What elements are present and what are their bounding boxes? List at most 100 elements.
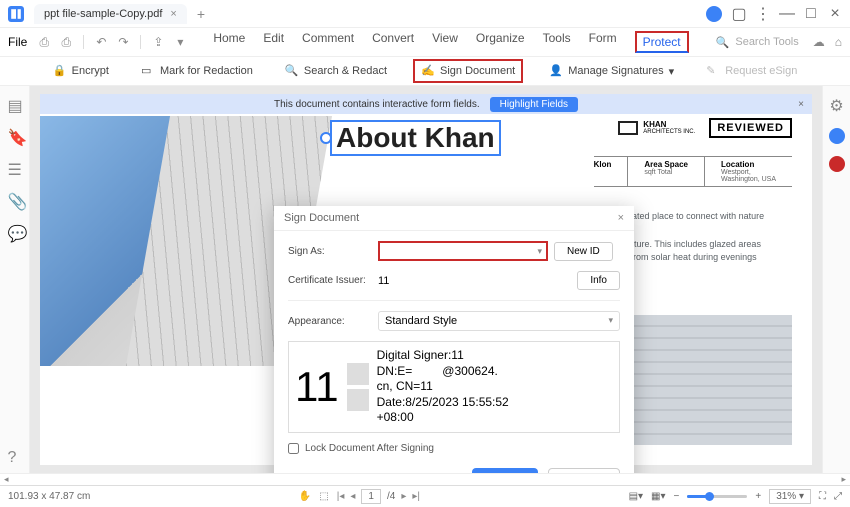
chevron-down-icon: ▾ [608, 315, 613, 327]
project-info-row: Klon Area Spacesqft Total LocationWestpo… [594, 156, 792, 187]
zoom-value[interactable]: 31% ▾ [769, 489, 811, 504]
logo-mark-icon [618, 121, 638, 135]
last-page-icon[interactable]: ▸| [412, 491, 420, 502]
menu-view[interactable]: View [432, 31, 458, 53]
document-tab[interactable]: ppt file-sample-Copy.pdf × [34, 4, 187, 24]
menu-tools[interactable]: Tools [543, 31, 571, 53]
app-tool-icon[interactable] [829, 156, 845, 172]
search-redact-icon: 🔍 [285, 64, 299, 78]
menu-comment[interactable]: Comment [302, 31, 354, 53]
signature-number: 11 [295, 348, 339, 426]
single-page-icon[interactable]: ▤▾ [629, 491, 643, 502]
kebab-menu-icon[interactable]: ⋮ [756, 7, 770, 21]
search-placeholder[interactable]: Search Tools [735, 36, 798, 48]
page-total: /4 [387, 491, 395, 502]
fullscreen-icon[interactable]: ⤢ [834, 491, 842, 502]
zoom-slider[interactable] [687, 495, 747, 498]
document-headline[interactable]: About Khan [330, 120, 501, 156]
info-button[interactable]: Info [577, 271, 620, 290]
sign-button[interactable]: Sign [472, 468, 538, 473]
minimize-button[interactable]: — [780, 7, 794, 21]
save-icon[interactable]: ⎙ [35, 35, 53, 50]
first-page-icon[interactable]: |◂ [337, 491, 345, 502]
manage-signatures-button[interactable]: 👤 Manage Signatures ▾ [543, 61, 680, 81]
signature-icon: ✍ [421, 64, 435, 78]
help-icon[interactable]: ? [8, 449, 22, 463]
menu-home[interactable]: Home [213, 31, 245, 53]
reviewed-stamp: REVIEWED [709, 118, 792, 138]
appearance-label: Appearance: [288, 316, 378, 327]
dialog-close-icon[interactable]: × [618, 212, 624, 224]
fit-width-icon[interactable]: ⛶ [819, 491, 826, 502]
panel-icon[interactable]: ▢ [732, 7, 746, 21]
prev-page-icon[interactable]: ◂ [350, 491, 355, 502]
signature-preview: 11 Digital Signer:11 DN:E= @300624. cn, … [288, 341, 620, 433]
thumbnails-icon[interactable]: ▤ [8, 96, 22, 110]
chevron-down-icon: ▾ [537, 246, 542, 257]
user-avatar-icon[interactable] [706, 6, 722, 22]
search-icon[interactable]: 🔍 [716, 36, 730, 49]
tab-title: ppt file-sample-Copy.pdf [44, 8, 162, 20]
mark-redaction-button[interactable]: ▭ Mark for Redaction [135, 61, 259, 81]
ai-tool-icon[interactable] [829, 128, 845, 144]
close-tab-icon[interactable]: × [170, 8, 176, 20]
menu-protect[interactable]: Protect [635, 31, 689, 53]
cursor-coords: 101.93 x 47.87 cm [8, 491, 90, 502]
sign-document-button[interactable]: ✍ Sign Document [413, 59, 523, 83]
menu-organize[interactable]: Organize [476, 31, 525, 53]
menu-form[interactable]: Form [589, 31, 617, 53]
search-redact-button[interactable]: 🔍 Search & Redact [279, 61, 393, 81]
dialog-title: Sign Document [284, 212, 359, 224]
menu-edit[interactable]: Edit [263, 31, 284, 53]
form-fields-banner: This document contains interactive form … [40, 94, 812, 114]
appearance-dropdown[interactable]: Standard Style ▾ [378, 311, 620, 331]
new-id-button[interactable]: New ID [554, 242, 613, 261]
app-logo-icon [8, 6, 24, 22]
scroll-right-icon[interactable]: ▸ [841, 474, 846, 485]
add-tab-button[interactable]: + [197, 6, 205, 22]
lock-checkbox-input[interactable] [288, 443, 299, 454]
outline-icon[interactable]: ☰ [8, 160, 22, 174]
zoom-out-icon[interactable]: − [674, 491, 680, 502]
cancel-button[interactable]: Cancel [548, 468, 620, 473]
attachments-icon[interactable]: 📎 [8, 192, 22, 206]
select-tool-icon[interactable]: ⬚ [319, 491, 328, 502]
signature-details: Digital Signer:11 DN:E= @300624. cn, CN=… [377, 348, 509, 426]
properties-icon[interactable]: ⚙ [829, 96, 843, 116]
redact-icon: ▭ [141, 64, 155, 78]
close-window-button[interactable]: × [828, 7, 842, 21]
zoom-in-icon[interactable]: + [755, 491, 761, 502]
cert-issuer-value: 11 [378, 275, 571, 287]
comments-icon[interactable]: 💬 [8, 224, 22, 238]
highlight-fields-button[interactable]: Highlight Fields [490, 97, 578, 112]
dropdown-icon[interactable]: ▾ [171, 35, 189, 49]
menu-convert[interactable]: Convert [372, 31, 414, 53]
company-logo: KHAN ARCHITECTS INC. [618, 121, 695, 135]
banner-close-icon[interactable]: × [798, 99, 804, 110]
share-icon[interactable]: ⇪ [149, 35, 167, 49]
next-page-icon[interactable]: ▸ [401, 491, 406, 502]
file-menu[interactable]: File [8, 35, 27, 49]
sign-as-dropdown[interactable]: ▾ [378, 241, 548, 261]
cert-issuer-label: Certificate Issuer: [288, 275, 378, 286]
bookmarks-icon[interactable]: 🔖 [8, 128, 22, 142]
home-icon[interactable]: ⌂ [835, 35, 842, 49]
chevron-down-icon: ▾ [669, 65, 675, 78]
hand-tool-icon[interactable]: ✋ [299, 491, 311, 502]
undo-icon[interactable]: ↶ [92, 35, 110, 49]
esign-icon: ✎ [706, 64, 720, 78]
sign-as-label: Sign As: [288, 246, 378, 257]
scroll-left-icon[interactable]: ◂ [4, 474, 9, 485]
maximize-button[interactable]: □ [804, 7, 818, 21]
lock-document-checkbox[interactable]: Lock Document After Signing [288, 443, 620, 454]
cloud-icon[interactable]: ☁ [813, 35, 825, 49]
print-icon[interactable]: ⎙ [57, 35, 75, 50]
building-image [40, 116, 310, 366]
lock-icon: 🔒 [53, 64, 67, 78]
encrypt-button[interactable]: 🔒 Encrypt [47, 61, 115, 81]
horizontal-scrollbar[interactable]: ◂ ▸ [0, 473, 850, 485]
banner-message: This document contains interactive form … [274, 99, 480, 110]
redo-icon[interactable]: ↷ [114, 35, 132, 49]
page-number-input[interactable]: 1 [361, 489, 381, 504]
continuous-page-icon[interactable]: ▦▾ [651, 491, 665, 502]
